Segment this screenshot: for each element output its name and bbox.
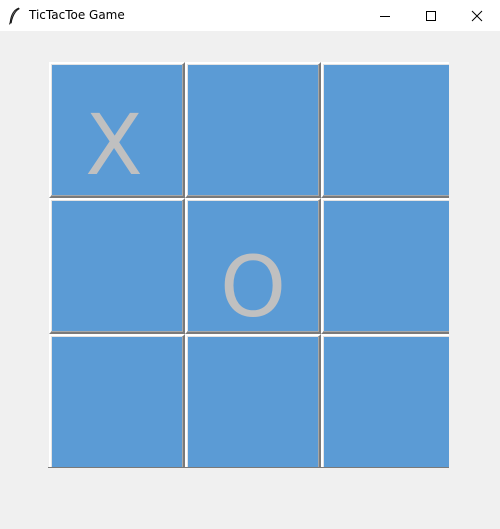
close-icon xyxy=(471,10,483,22)
cell-mark xyxy=(323,336,449,468)
cell-mark xyxy=(51,200,183,332)
board-cell-8[interactable] xyxy=(185,334,321,468)
window-title: TicTacToe Game xyxy=(29,8,125,22)
minimize-icon xyxy=(380,16,390,17)
maximize-icon xyxy=(426,11,436,21)
game-board: X O xyxy=(48,61,449,468)
board-cell-6[interactable] xyxy=(321,198,449,334)
minimize-button[interactable] xyxy=(362,0,408,31)
board-cell-4[interactable] xyxy=(49,198,185,334)
cell-mark xyxy=(323,200,449,332)
cell-mark: X xyxy=(85,96,143,194)
close-button[interactable] xyxy=(454,0,500,31)
board-cell-1[interactable]: X xyxy=(49,62,185,198)
board-cell-5[interactable]: O xyxy=(185,198,321,336)
title-bar: TicTacToe Game xyxy=(0,0,500,31)
cell-mark xyxy=(187,336,319,468)
cell-mark: O xyxy=(219,238,287,336)
feather-icon xyxy=(8,7,20,25)
cell-mark xyxy=(323,64,449,196)
board-cell-9[interactable] xyxy=(321,334,449,468)
board-cell-2[interactable] xyxy=(185,62,321,198)
cell-mark xyxy=(187,64,319,196)
board-cell-7[interactable] xyxy=(49,334,185,468)
cell-mark xyxy=(51,336,183,468)
board-divider xyxy=(48,467,449,468)
maximize-button[interactable] xyxy=(408,0,454,31)
board-cell-3[interactable] xyxy=(321,62,449,198)
